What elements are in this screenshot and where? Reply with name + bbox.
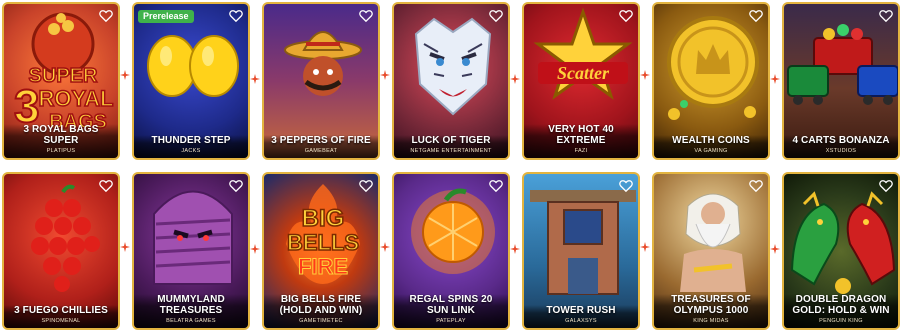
games-grid: SUPER 3 ROYAL BAGS 3 Royal Bags Super Pl… — [0, 0, 900, 331]
game-caption: Double Dragon Gold: Hold & Win Penguin K… — [784, 294, 898, 328]
game-title: 3 Peppers of Fire — [271, 135, 371, 146]
game-card[interactable]: 4 Carts Bonanza Xstudios — [782, 2, 900, 160]
game-card[interactable]: Tower Rush Galaxsys — [522, 172, 640, 330]
sparkle-icon — [770, 74, 780, 84]
game-provider: King Midas — [693, 318, 729, 324]
game-title: Thunder Step — [151, 135, 231, 146]
game-caption: Big Bells Fire (Hold and Win) Gametimete… — [264, 294, 378, 328]
game-caption: 3 Royal Bags Super Platipus — [4, 124, 118, 158]
heart-icon[interactable] — [879, 179, 893, 193]
heart-icon[interactable] — [749, 179, 763, 193]
heart-icon[interactable] — [359, 9, 373, 23]
game-provider: Pateplay — [436, 318, 466, 324]
game-title: Wealth Coins — [672, 135, 750, 146]
game-provider: Belatra Games — [166, 318, 216, 324]
heart-icon[interactable] — [99, 9, 113, 23]
game-card[interactable]: Regal Spins 20 Sun Link Pateplay — [392, 172, 510, 330]
game-title: Big Bells Fire (Hold and Win) — [279, 294, 363, 316]
svg-text:Scatter: Scatter — [557, 63, 610, 83]
heart-icon[interactable] — [879, 9, 893, 23]
game-title: 3 Royal Bags Super — [23, 124, 99, 146]
game-caption: 3 Fuego Chillies Spinomenal — [4, 305, 118, 328]
sparkle-icon — [380, 242, 390, 252]
game-caption: Very Hot 40 Extreme Fazi — [524, 124, 638, 158]
game-card[interactable]: SUPER 3 ROYAL BAGS 3 Royal Bags Super Pl… — [2, 2, 120, 160]
svg-text:BIG: BIG — [302, 205, 345, 232]
sparkle-icon — [380, 70, 390, 80]
game-title: Mummyland Treasures — [157, 294, 225, 316]
sparkle-icon — [120, 70, 130, 80]
game-card[interactable]: Mummyland Treasures Belatra Games — [132, 172, 250, 330]
game-provider: Netgame Entertainment — [410, 148, 492, 154]
game-card[interactable]: Wealth Coins VA Gaming — [652, 2, 770, 160]
game-caption: Thunder Step Jacks — [134, 135, 248, 158]
game-title: Tower Rush — [546, 305, 616, 316]
game-title: Luck of Tiger — [411, 135, 491, 146]
sparkle-icon — [120, 242, 130, 252]
game-title: Regal Spins 20 Sun Link — [409, 294, 493, 316]
prerelease-badge: Prerelease — [138, 10, 194, 23]
game-card[interactable]: BIG BELLS FIRE Big Bells Fire (Hold and … — [262, 172, 380, 330]
heart-icon[interactable] — [489, 179, 503, 193]
game-card[interactable]: Scatter Very Hot 40 Extreme Fazi — [522, 2, 640, 160]
game-title: Treasures of Olympus 1000 — [671, 294, 751, 316]
game-provider: Gametimetec — [299, 318, 343, 324]
game-caption: Tower Rush Galaxsys — [524, 305, 638, 328]
game-caption: Luck of Tiger Netgame Entertainment — [394, 135, 508, 158]
sparkle-icon — [510, 74, 520, 84]
game-card[interactable]: Luck of Tiger Netgame Entertainment — [392, 2, 510, 160]
game-title: Double Dragon Gold: Hold & Win — [792, 294, 890, 316]
svg-text:ROYAL: ROYAL — [39, 86, 114, 111]
game-card[interactable]: 3 Peppers of Fire Gamebeat — [262, 2, 380, 160]
sparkle-icon — [640, 70, 650, 80]
sparkle-icon — [250, 74, 260, 84]
heart-icon[interactable] — [229, 9, 243, 23]
game-card[interactable]: Prerelease Thunder Step Jacks — [132, 2, 250, 160]
heart-icon[interactable] — [229, 179, 243, 193]
game-caption: Mummyland Treasures Belatra Games — [134, 294, 248, 328]
svg-text:BELLS: BELLS — [287, 230, 359, 255]
game-caption: Treasures of Olympus 1000 King Midas — [654, 294, 768, 328]
sparkle-icon — [640, 242, 650, 252]
game-provider: Gamebeat — [304, 148, 338, 154]
game-card[interactable]: Treasures of Olympus 1000 King Midas — [652, 172, 770, 330]
heart-icon[interactable] — [489, 9, 503, 23]
game-provider: Fazi — [574, 148, 588, 154]
game-caption: 4 Carts Bonanza Xstudios — [784, 135, 898, 158]
game-provider: Penguin King — [819, 318, 863, 324]
sparkle-icon — [770, 244, 780, 254]
game-title: 3 Fuego Chillies — [14, 305, 108, 316]
game-provider: VA Gaming — [694, 148, 728, 154]
game-title: Very Hot 40 Extreme — [548, 124, 614, 146]
game-provider: Xstudios — [825, 148, 857, 154]
heart-icon[interactable] — [619, 9, 633, 23]
heart-icon[interactable] — [619, 179, 633, 193]
game-provider: Platipus — [46, 148, 76, 154]
game-caption: Wealth Coins VA Gaming — [654, 135, 768, 158]
game-title: 4 Carts Bonanza — [792, 135, 890, 146]
game-provider: Spinomenal — [41, 318, 81, 324]
sparkle-icon — [510, 244, 520, 254]
game-caption: 3 Peppers of Fire Gamebeat — [264, 135, 378, 158]
game-card[interactable]: Double Dragon Gold: Hold & Win Penguin K… — [782, 172, 900, 330]
game-card[interactable]: 3 Fuego Chillies Spinomenal — [2, 172, 120, 330]
game-provider: Jacks — [181, 148, 201, 154]
game-caption: Regal Spins 20 Sun Link Pateplay — [394, 294, 508, 328]
game-provider: Galaxsys — [565, 318, 597, 324]
sparkle-icon — [250, 244, 260, 254]
heart-icon[interactable] — [359, 179, 373, 193]
heart-icon[interactable] — [99, 179, 113, 193]
svg-text:FIRE: FIRE — [298, 254, 348, 279]
heart-icon[interactable] — [749, 9, 763, 23]
